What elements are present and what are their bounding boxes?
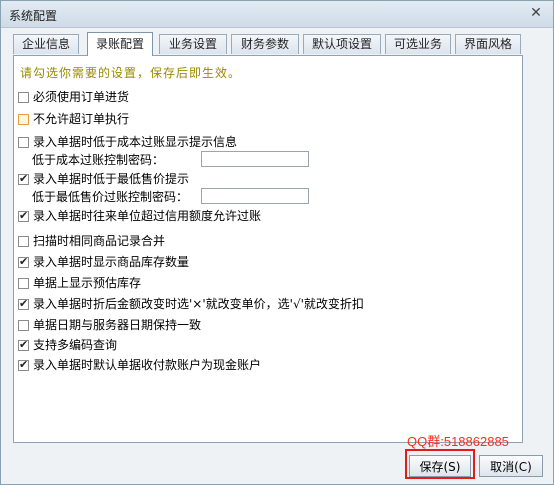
option-label: 录入单据时低于最低售价提示 [33, 172, 190, 186]
checkbox[interactable] [18, 91, 29, 103]
option-multi-code[interactable]: 支持多编码查询 [18, 337, 117, 353]
checkbox[interactable] [18, 136, 29, 148]
tab-business-settings[interactable]: 业务设置 [159, 34, 227, 54]
tab-ui-style[interactable]: 界面风格 [455, 34, 521, 54]
option-label: 单据日期与服务器日期保持一致 [33, 318, 202, 332]
min-price-password-label: 低于最低售价过账控制密码： [32, 190, 189, 204]
tab-entry-config[interactable]: 录账配置 [87, 32, 153, 56]
tab-optional-business[interactable]: 可选业务 [385, 34, 451, 54]
option-below-cost-warning[interactable]: 录入单据时低于成本过账显示提示信息 [18, 134, 237, 150]
checkbox[interactable] [18, 235, 29, 247]
system-config-dialog: 系统配置 ✕ 企业信息 录账配置 业务设置 财务参数 默认项设置 可选业务 界面… [0, 0, 554, 485]
title-bar: 系统配置 ✕ [1, 1, 553, 28]
option-label: 录入单据时折后金额改变时选'×'就改变单价，选'√'就改变折扣 [33, 297, 364, 311]
option-show-stock[interactable]: 录入单据时显示商品库存数量 [18, 254, 189, 270]
option-label: 录入单据时往来单位超过信用额度允许过账 [33, 209, 262, 223]
option-disallow-exceed-order[interactable]: 不允许超订单执行 [18, 111, 129, 127]
hint-text: 请勾选你需要的设置，保存后即生效。 [20, 66, 242, 80]
option-label: 支持多编码查询 [33, 338, 118, 352]
option-require-order[interactable]: 必须使用订单进货 [18, 89, 129, 105]
option-label: 录入单据时低于成本过账显示提示信息 [33, 135, 238, 149]
option-label: 录入单据时默认单据收付款账户为现金账户 [33, 358, 262, 372]
checkbox[interactable] [18, 297, 29, 310]
option-discount-change[interactable]: 录入单据时折后金额改变时选'×'就改变单价，选'√'就改变折扣 [18, 296, 364, 312]
window-title: 系统配置 [9, 9, 58, 23]
checkbox[interactable] [18, 209, 29, 222]
cancel-button[interactable]: 取消(C) [479, 455, 543, 477]
tab-enterprise-info[interactable]: 企业信息 [13, 34, 79, 54]
checkbox[interactable] [18, 358, 29, 371]
settings-panel: 请勾选你需要的设置，保存后即生效。 必须使用订单进货 不允许超订单执行 录入单据… [13, 55, 523, 443]
option-label: 单据上显示预估库存 [33, 276, 142, 290]
option-merge-scan[interactable]: 扫描时相同商品记录合并 [18, 233, 165, 249]
checkbox[interactable] [18, 338, 29, 351]
option-date-sync[interactable]: 单据日期与服务器日期保持一致 [18, 317, 201, 333]
option-label: 录入单据时显示商品库存数量 [33, 255, 190, 269]
checkbox[interactable] [18, 172, 29, 185]
option-below-min-price-warning[interactable]: 录入单据时低于最低售价提示 [18, 171, 189, 187]
option-estimated-stock[interactable]: 单据上显示预估库存 [18, 275, 141, 291]
tab-finance-params[interactable]: 财务参数 [231, 34, 299, 54]
checkbox[interactable] [18, 319, 29, 331]
checkbox[interactable] [18, 113, 29, 125]
cost-password-input[interactable] [201, 151, 309, 167]
option-label: 扫描时相同商品记录合并 [33, 234, 166, 248]
option-credit-limit[interactable]: 录入单据时往来单位超过信用额度允许过账 [18, 208, 261, 224]
min-price-password-input[interactable] [201, 188, 309, 204]
checkbox[interactable] [18, 277, 29, 289]
checkbox[interactable] [18, 255, 29, 268]
cost-password-label: 低于成本过账控制密码： [32, 153, 165, 167]
option-label: 必须使用订单进货 [33, 90, 130, 104]
save-button[interactable]: 保存(S) [409, 455, 471, 477]
option-label: 不允许超订单执行 [33, 112, 130, 126]
option-cash-account[interactable]: 录入单据时默认单据收付款账户为现金账户 [18, 357, 261, 373]
close-icon[interactable]: ✕ [529, 6, 543, 20]
qq-group-watermark: QQ群:518862885 [407, 434, 509, 449]
tab-default-settings[interactable]: 默认项设置 [303, 34, 381, 54]
